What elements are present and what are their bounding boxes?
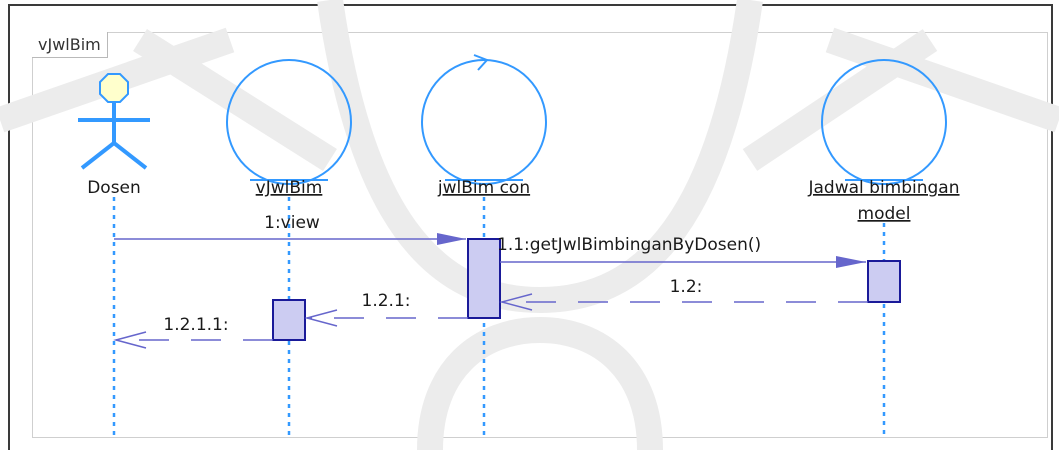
message-label: 1.2:: [670, 277, 703, 297]
actor-head-icon: [99, 73, 129, 103]
participant-jwlbim-con[interactable]: jwlBim con: [421, 54, 547, 198]
watermark: [0, 0, 1059, 450]
activation-jwlbim-con: [467, 238, 501, 319]
message-label: 1.2.1.1:: [163, 315, 228, 335]
participant-label: vJwlBim: [256, 178, 323, 198]
message-m1211[interactable]: 1.2.1.1:: [113, 315, 273, 349]
message-label: 1.1:getJwlBimbinganByDosen(): [497, 235, 761, 255]
control-icon: [421, 59, 547, 185]
message-m11[interactable]: 1.1:getJwlBimbinganByDosen(): [497, 235, 866, 268]
participant-label: Dosen: [87, 178, 141, 198]
arrowhead-icon: [437, 233, 466, 245]
participant-label: Jadwal bimbingan: [807, 178, 959, 198]
message-label: 1:view: [264, 213, 320, 233]
arrowhead-icon: [836, 256, 866, 268]
participant-label: jwlBim con: [437, 178, 530, 198]
activation-jadwal-model: [867, 260, 901, 303]
message-m121[interactable]: 1.2.1:: [304, 291, 468, 327]
message-label: 1.2.1:: [362, 291, 411, 311]
sequence-diagram: Dosen vJwlBim jwlBim con Jadwal bimbinga…: [0, 0, 1059, 450]
activation-vjwlbim: [272, 299, 306, 341]
participant-label: model: [858, 204, 911, 224]
